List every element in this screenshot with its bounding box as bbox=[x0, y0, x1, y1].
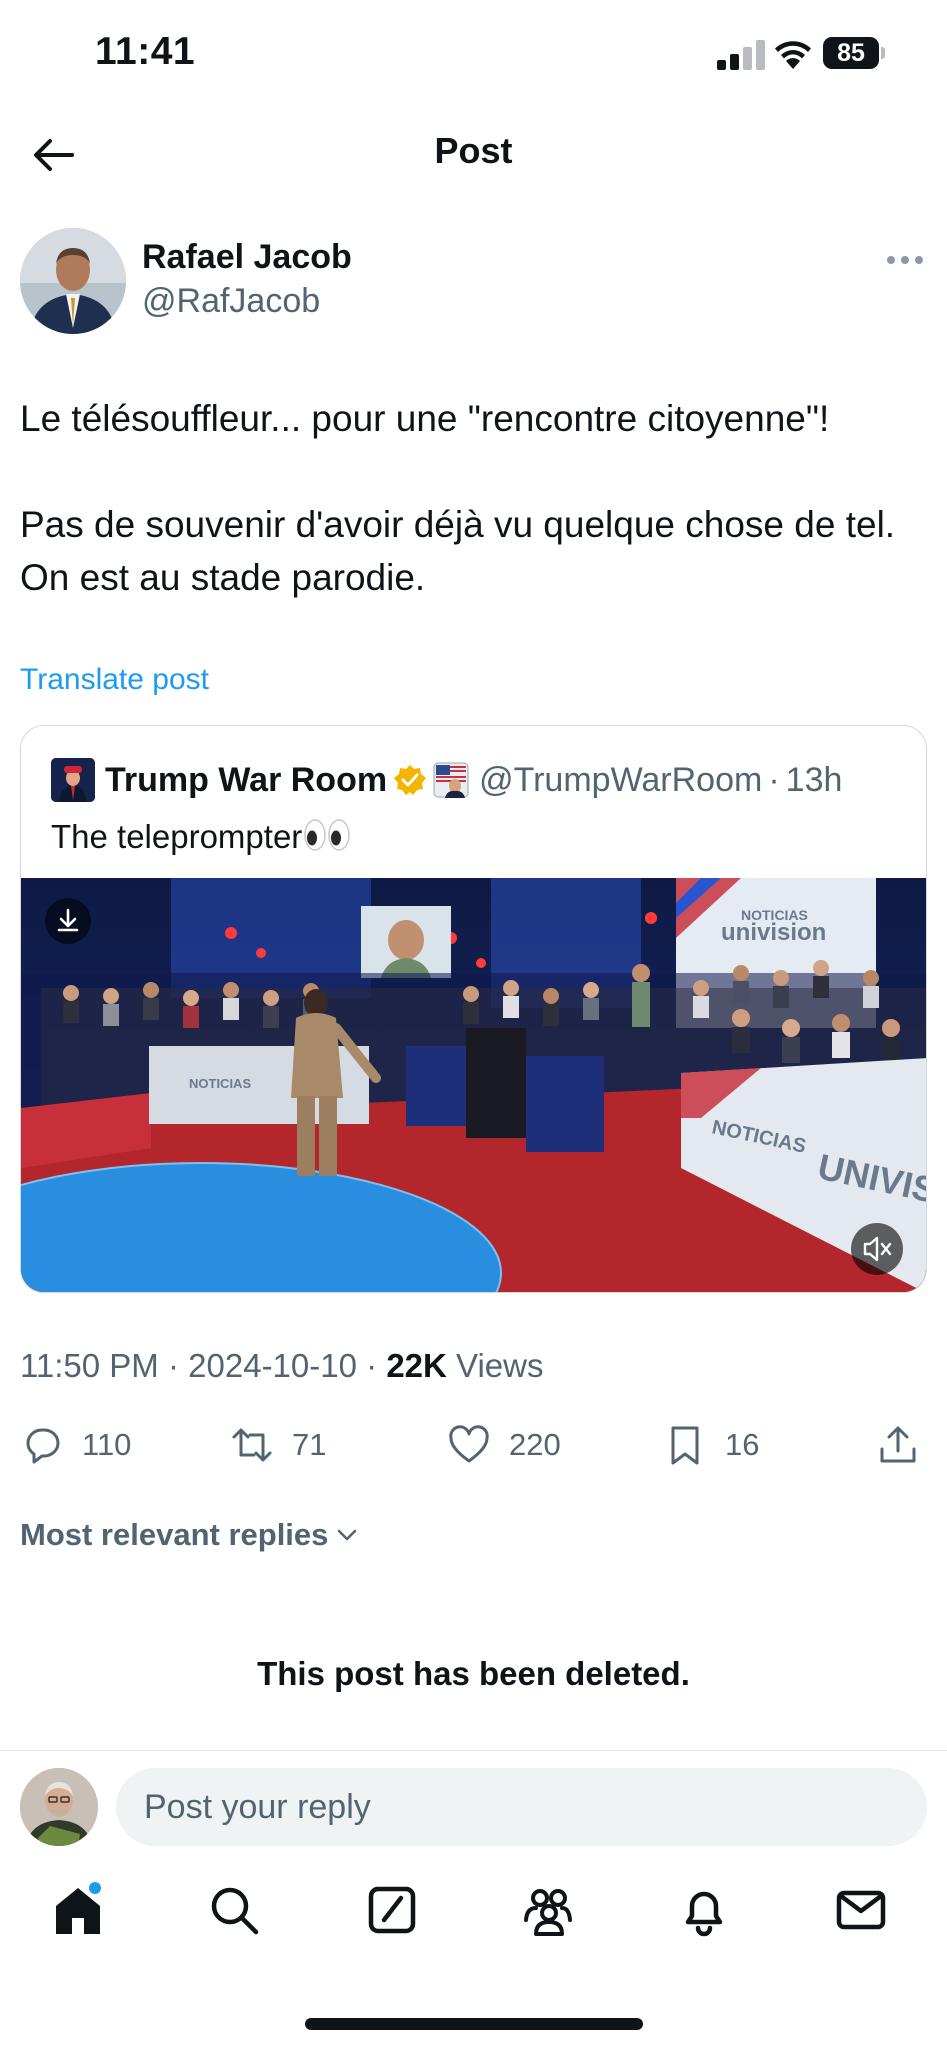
quoted-author-avatar[interactable] bbox=[51, 758, 95, 802]
post-text: Le télésouffleur... pour une "rencontre … bbox=[20, 398, 896, 598]
post-actions: 110 71 220 16 bbox=[0, 1420, 947, 1470]
deleted-post-notice: This post has been deleted. bbox=[257, 1655, 690, 1692]
video-frame: NOTICIAS univision NOTICIAS NOTICIAS UNI… bbox=[21, 878, 926, 1292]
communities-icon bbox=[524, 1889, 572, 1936]
verified-badge-icon bbox=[394, 765, 427, 795]
back-arrow-icon[interactable] bbox=[28, 130, 78, 180]
reply-input[interactable] bbox=[116, 1768, 927, 1846]
author-handle[interactable]: @RafJacob bbox=[142, 282, 320, 321]
cellular-signal-icon bbox=[717, 40, 765, 70]
battery-level: 85 bbox=[823, 37, 879, 69]
tab-messages[interactable] bbox=[831, 1880, 891, 1940]
tab-search[interactable] bbox=[204, 1880, 264, 1940]
download-icon bbox=[57, 908, 79, 932]
translate-post-link[interactable]: Translate post bbox=[20, 663, 209, 697]
compose-icon bbox=[368, 1886, 416, 1934]
quoted-author-handle[interactable]: @TrumpWarRoom bbox=[479, 761, 762, 800]
heart-icon bbox=[449, 1425, 489, 1463]
bookmark-button[interactable]: 16 bbox=[663, 1420, 759, 1470]
chevron-down-icon bbox=[338, 1529, 357, 1541]
divider bbox=[0, 1750, 947, 1751]
reply-count: 110 bbox=[82, 1427, 132, 1462]
bell-icon bbox=[685, 1891, 723, 1937]
more-options-icon[interactable] bbox=[885, 250, 925, 270]
quoted-post-time: 13h bbox=[785, 760, 843, 799]
replies-sort-dropdown[interactable]: Most relevant replies bbox=[20, 1517, 360, 1553]
mute-button[interactable] bbox=[851, 1223, 903, 1275]
bottom-tab-bar bbox=[0, 1880, 947, 1960]
separator-dot: · bbox=[167, 1347, 179, 1384]
like-button[interactable]: 220 bbox=[447, 1420, 561, 1470]
bookmark-icon bbox=[671, 1426, 699, 1465]
page-title: Post bbox=[434, 130, 513, 171]
home-unread-dot bbox=[89, 1882, 101, 1894]
views-label: Views bbox=[456, 1347, 544, 1384]
eyes-emoji-icon bbox=[304, 819, 351, 851]
affiliate-badge-icon bbox=[433, 762, 469, 798]
wifi-icon bbox=[775, 41, 811, 69]
repost-icon bbox=[232, 1428, 272, 1462]
current-user-avatar[interactable] bbox=[20, 1768, 98, 1846]
quoted-video[interactable]: NOTICIAS univision NOTICIAS NOTICIAS UNI… bbox=[21, 878, 926, 1292]
tab-notifications[interactable] bbox=[674, 1880, 734, 1940]
bookmark-count: 16 bbox=[725, 1427, 760, 1462]
reply-icon bbox=[26, 1428, 60, 1464]
share-icon bbox=[880, 1426, 916, 1463]
like-count: 220 bbox=[509, 1427, 561, 1462]
home-indicator bbox=[305, 2018, 643, 2030]
muted-speaker-icon bbox=[863, 1236, 892, 1262]
repost-count: 71 bbox=[292, 1427, 327, 1462]
battery-icon: 85 bbox=[823, 37, 885, 69]
overlay-text-noticias-left: NOTICIAS bbox=[189, 1076, 251, 1091]
post-meta: 11:50 PM · 2024-10-10 · 22K Views bbox=[20, 1347, 543, 1385]
author-avatar[interactable] bbox=[20, 228, 126, 334]
envelope-icon bbox=[836, 1890, 886, 1930]
post-date: 2024-10-10 bbox=[188, 1347, 357, 1384]
post-detail-screen: 11:41 85 Post Rafael Jacob @RafJacob Le … bbox=[0, 0, 947, 2048]
overlay-text-univision-top: univision bbox=[721, 919, 826, 946]
status-bar: 11:41 85 bbox=[0, 0, 947, 110]
views-count[interactable]: 22K bbox=[386, 1347, 447, 1384]
quoted-post-text-row: The teleprompter bbox=[51, 818, 351, 856]
separator-dot: · bbox=[366, 1347, 378, 1384]
quoted-author-name[interactable]: Trump War Room bbox=[105, 761, 387, 800]
post-time: 11:50 PM bbox=[20, 1347, 159, 1384]
share-button[interactable] bbox=[876, 1420, 920, 1470]
tab-communities[interactable] bbox=[518, 1880, 578, 1940]
tab-compose[interactable] bbox=[362, 1880, 422, 1940]
quoted-post-header: Trump War Room @TrumpWarRoom · 13h bbox=[51, 758, 842, 802]
quoted-post[interactable]: Trump War Room @TrumpWarRoom · 13h The t… bbox=[20, 725, 927, 1293]
status-time: 11:41 bbox=[95, 30, 196, 73]
quoted-post-text: The teleprompter bbox=[51, 818, 303, 855]
separator-dot: · bbox=[768, 760, 780, 799]
search-icon bbox=[211, 1887, 259, 1935]
repost-button[interactable]: 71 bbox=[230, 1420, 326, 1470]
replies-sort-label: Most relevant replies bbox=[20, 1517, 329, 1552]
download-button[interactable] bbox=[45, 898, 91, 944]
author-name[interactable]: Rafael Jacob bbox=[142, 238, 352, 277]
reply-button[interactable]: 110 bbox=[20, 1420, 131, 1470]
